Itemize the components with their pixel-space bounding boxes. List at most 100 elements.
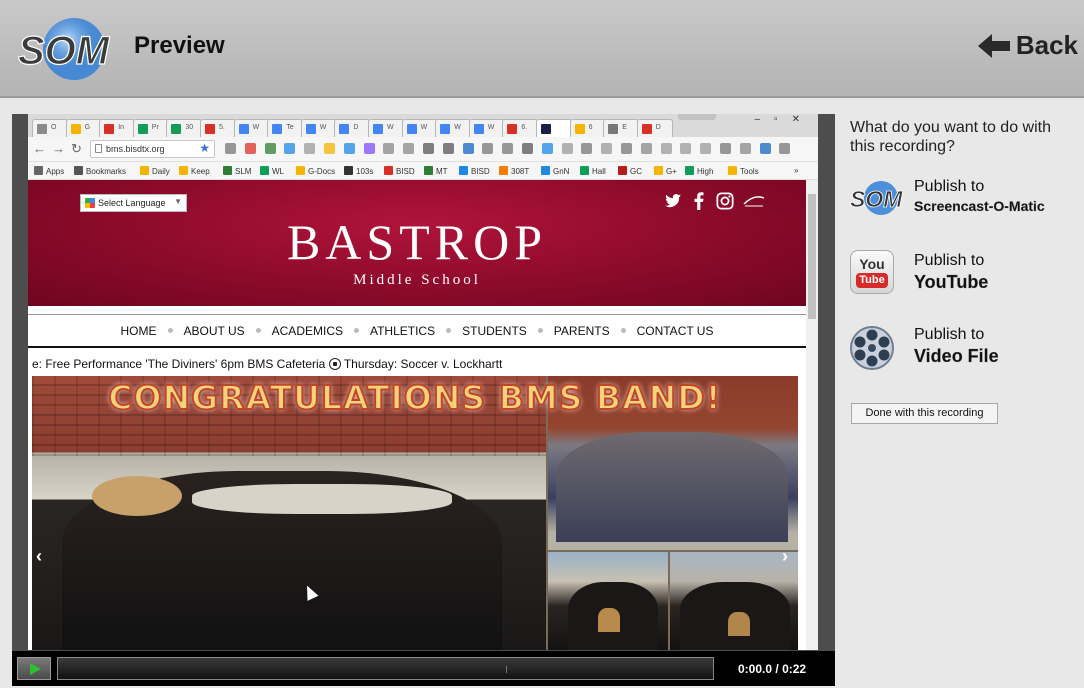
reload-icon: ↻ xyxy=(71,141,82,156)
trophy-icon xyxy=(598,608,620,632)
tab-favicon-icon xyxy=(305,124,316,134)
bookmark-item: GC xyxy=(618,166,642,176)
som-icon-text: SOM xyxy=(850,186,903,212)
tab-favicon-icon xyxy=(171,124,182,134)
trophy-icon xyxy=(728,612,750,636)
bookmark-icon xyxy=(344,166,353,175)
extension-icon xyxy=(561,143,573,154)
youtube-icon-tube: Tube xyxy=(856,273,888,288)
tab-title: W xyxy=(252,124,260,131)
extension-icon xyxy=(403,143,415,154)
recorded-browser-window: –▫✕ O G In Pr 30 5. W Te W D W W W W 6. 6 E D ← → ↻ bms.b… xyxy=(28,114,818,650)
bookmark-item: Bookmarks xyxy=(74,166,126,176)
bookmark-icon xyxy=(424,166,433,175)
schoolwires-icon xyxy=(743,196,765,207)
extension-icon xyxy=(700,143,712,154)
tab-favicon-icon xyxy=(641,124,652,134)
publish-label: Publish to xyxy=(914,178,985,195)
tab-title: 6 xyxy=(588,124,593,131)
tab-title: E xyxy=(622,124,627,131)
bookmark-label: G+ xyxy=(666,167,677,176)
bookmark-label: GC xyxy=(630,167,642,176)
timeline-scrubber[interactable] xyxy=(57,657,714,680)
bookmark-label: BISD xyxy=(471,167,490,176)
extension-icon xyxy=(383,143,395,154)
browser-tab xyxy=(536,119,572,137)
tab-favicon-icon xyxy=(205,124,215,134)
browser-tab: 6. xyxy=(502,119,539,137)
profile-chip xyxy=(678,114,716,120)
tab-title: 5. xyxy=(219,124,225,131)
extension-icon xyxy=(621,143,632,154)
bookmark-item: 103s xyxy=(344,166,373,176)
news-ticker: e: Free Performance 'The Diviners' 6pm B… xyxy=(32,357,806,371)
soccer-ball-icon xyxy=(328,358,341,370)
extension-icon xyxy=(502,143,514,154)
browser-tab: W xyxy=(401,119,438,137)
browser-tab: D xyxy=(636,119,673,137)
browser-tab: W xyxy=(368,119,404,137)
tab-title: In xyxy=(118,124,125,131)
bookmark-label: G-Docs xyxy=(308,167,336,176)
browser-tab: Pr xyxy=(132,119,169,137)
film-reel-icon xyxy=(848,324,896,377)
play-button[interactable] xyxy=(17,657,51,680)
band-photo-trophy-2 xyxy=(670,552,798,650)
bookmark-item: Apps xyxy=(34,166,64,176)
bookmark-label: 103s xyxy=(356,167,374,176)
tab-title: O xyxy=(51,124,57,131)
done-button[interactable]: Done with this recording xyxy=(851,403,998,424)
group-students xyxy=(556,432,788,542)
school-subtitle: Middle School xyxy=(353,272,481,288)
tab-title: W xyxy=(420,124,428,131)
extension-icon xyxy=(264,143,276,154)
site-navigation: HOME ABOUT US ACADEMICS ATHLETICS STUDENTS PA… xyxy=(28,314,806,348)
browser-tab: W xyxy=(300,119,337,137)
bookmark-item: BISD xyxy=(459,166,490,176)
publish-screencast-button[interactable]: SOM Publish to Screencast-O-Matic xyxy=(848,176,1078,226)
bookmark-icon xyxy=(618,166,627,175)
bookmark-icon xyxy=(260,166,269,175)
tab-favicon-icon xyxy=(238,124,249,134)
tab-favicon-icon xyxy=(37,124,47,134)
bookmark-item: 308T xyxy=(499,166,529,176)
browser-tab: W xyxy=(435,119,472,137)
bookmark-label: Bookmarks xyxy=(86,167,127,176)
bookmark-icon xyxy=(34,166,43,175)
extension-icon xyxy=(423,143,434,154)
extension-icon xyxy=(739,143,751,154)
browser-tab: E xyxy=(603,119,640,137)
bookmark-icon xyxy=(459,166,468,175)
extension-icon xyxy=(581,143,593,154)
bookmark-item: GnN xyxy=(541,166,569,176)
extension-icon xyxy=(363,143,375,154)
bookmark-label: BISD xyxy=(396,167,415,176)
browser-tab: 5. xyxy=(200,119,236,137)
tab-favicon-icon xyxy=(406,124,417,134)
back-button[interactable]: Back xyxy=(976,30,1078,61)
bookmark-icon xyxy=(140,166,149,175)
browser-tab: 6 xyxy=(569,119,606,137)
instagram-icon xyxy=(716,192,734,210)
publish-target: Screencast-O-Matic xyxy=(914,198,1045,214)
tab-title: W xyxy=(387,124,394,131)
publish-target: YouTube xyxy=(914,272,989,292)
site-nav-item: CONTACT US xyxy=(636,323,714,338)
som-icon: SOM xyxy=(848,176,904,225)
timeline-marker xyxy=(506,666,507,673)
site-nav-item: ACADEMICS xyxy=(271,323,343,338)
publish-target: Video File xyxy=(914,346,999,366)
bookmark-icon xyxy=(580,166,589,175)
bookmark-icon xyxy=(654,166,663,175)
arrow-left-icon xyxy=(977,33,1010,58)
tab-title: 30 xyxy=(185,124,194,131)
back-arrow-icon: ← xyxy=(33,141,46,156)
bookmark-icon xyxy=(296,166,305,175)
browser-tab: O xyxy=(32,119,68,137)
publish-video-file-button[interactable]: Publish to Video File xyxy=(848,324,1078,374)
bookmark-item: MT xyxy=(424,166,448,176)
tab-title: D xyxy=(353,124,359,131)
browser-toolbar: ← → ↻ bms.bisdtx.org ★ xyxy=(28,137,818,162)
publish-youtube-button[interactable]: You Tube Publish to YouTube xyxy=(848,250,1078,300)
bookmark-icon xyxy=(685,166,694,175)
